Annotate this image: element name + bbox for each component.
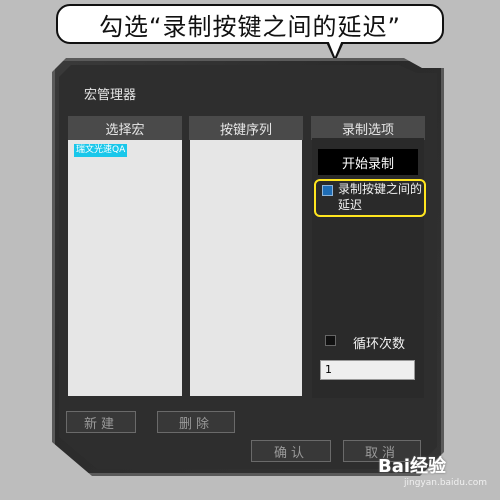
record-delay-checkbox[interactable]	[322, 185, 333, 196]
instruction-text: 勾选“录制按键之间的延迟”	[99, 12, 401, 41]
new-button[interactable]: 新建	[66, 411, 136, 433]
record-options-header: 录制选项	[311, 116, 425, 140]
key-sequence-header: 按键序列	[189, 116, 303, 140]
record-options-area	[312, 138, 424, 398]
loop-count-label: 循环次数	[353, 337, 406, 352]
loop-checkbox[interactable]	[325, 335, 336, 346]
watermark-logo: Bai经验	[378, 456, 447, 477]
loop-count-input[interactable]: 1	[320, 360, 415, 380]
callout-tail-fill	[328, 40, 342, 57]
watermark-url: jingyan.baidu.com	[404, 478, 488, 488]
dialog-title: 宏管理器	[84, 88, 137, 103]
macro-list[interactable]	[68, 140, 182, 396]
key-sequence-list[interactable]	[190, 140, 302, 396]
record-delay-label: 录制按键之间的延迟	[338, 182, 423, 212]
start-record-button[interactable]: 开始录制	[318, 149, 418, 175]
select-macro-header: 选择宏	[68, 116, 182, 140]
instruction-callout: 勾选“录制按键之间的延迟”	[56, 4, 444, 44]
ok-button[interactable]: 确认	[251, 440, 331, 462]
macro-list-item-selected[interactable]: 瑞文光速QA	[74, 144, 128, 157]
delete-button[interactable]: 删除	[157, 411, 235, 433]
